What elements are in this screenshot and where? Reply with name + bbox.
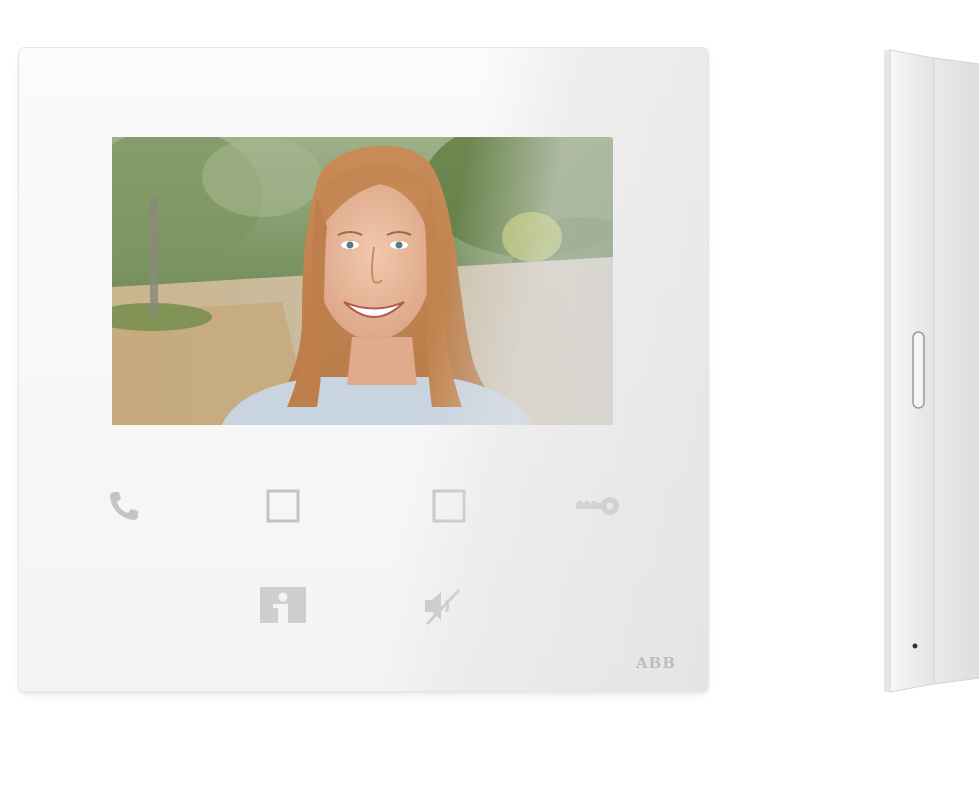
video-display [112, 137, 613, 425]
intercom-front-panel: ABB [19, 48, 708, 691]
door-unlock-button[interactable] [574, 482, 622, 530]
call-button[interactable] [100, 482, 148, 530]
square-icon [266, 489, 300, 523]
video-feed-image [112, 137, 613, 425]
info-person-icon [260, 587, 306, 623]
intercom-side-view [884, 46, 979, 694]
surveillance-button[interactable] [259, 582, 307, 630]
key-icon [576, 497, 619, 515]
phone-icon [110, 492, 138, 520]
function-button-1[interactable] [259, 482, 307, 530]
side-profile-image [884, 49, 979, 693]
square-icon [432, 489, 466, 523]
mute-button[interactable] [417, 582, 465, 630]
brand-logo: ABB [636, 654, 676, 672]
mute-speaker-icon [425, 588, 461, 626]
function-button-2[interactable] [425, 482, 473, 530]
